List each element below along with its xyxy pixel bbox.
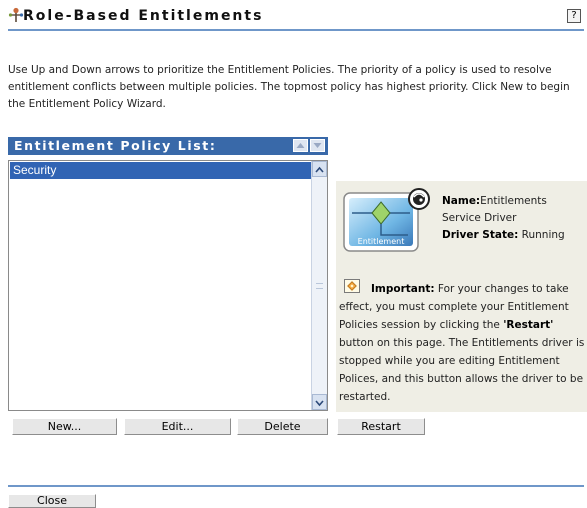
list-item[interactable]: Security (10, 162, 311, 179)
important-message: Important: For your changes to take effe… (339, 283, 585, 403)
restart-button[interactable]: Restart (337, 418, 425, 435)
chevron-down-icon (315, 400, 324, 407)
driver-name-continued: Service Driver (442, 212, 517, 224)
close-button[interactable]: Close (8, 494, 96, 508)
page-title: Role-Based Entitlements (23, 8, 264, 24)
chevron-up-icon (315, 166, 324, 173)
arrow-down-icon (313, 143, 322, 148)
delete-policy-button[interactable]: Delete (237, 418, 328, 435)
driver-name-label: Name: (442, 195, 481, 207)
policy-listbox[interactable]: Security (8, 160, 328, 411)
scrollbar-grip[interactable] (316, 283, 323, 289)
driver-details: Name:Entitlements Service Driver Driver … (442, 193, 582, 244)
policy-list-header: Entitlement Policy List: (8, 137, 328, 155)
new-policy-button[interactable]: New... (12, 418, 117, 435)
scroll-up-button[interactable] (312, 161, 327, 177)
policy-list-title: Entitlement Policy List: (14, 138, 217, 153)
move-up-button[interactable] (293, 139, 308, 152)
driver-image-caption: Entitlement (358, 237, 405, 246)
help-icon[interactable]: ? (567, 9, 581, 23)
list-scrollbar[interactable] (311, 161, 327, 410)
driver-state-value: Running (518, 229, 565, 241)
page-description: Use Up and Down arrows to prioritize the… (8, 64, 570, 110)
title-divider (8, 29, 584, 31)
driver-info-panel: Entitlement Name:Entitlements Service Dr… (336, 181, 587, 412)
entitlement-role-icon (8, 7, 24, 22)
edit-policy-button[interactable]: Edit... (124, 418, 231, 435)
important-label: Important: (371, 283, 435, 295)
driver-state-label: Driver State: (442, 229, 519, 241)
footer-divider (8, 485, 584, 487)
arrow-up-icon (296, 143, 305, 148)
driver-name-value: Entitlements (480, 195, 547, 207)
scroll-down-button[interactable] (312, 394, 327, 410)
entitlement-driver-icon: Entitlement (343, 188, 430, 252)
restart-reference: 'Restart' (503, 319, 554, 331)
move-down-button[interactable] (310, 139, 325, 152)
